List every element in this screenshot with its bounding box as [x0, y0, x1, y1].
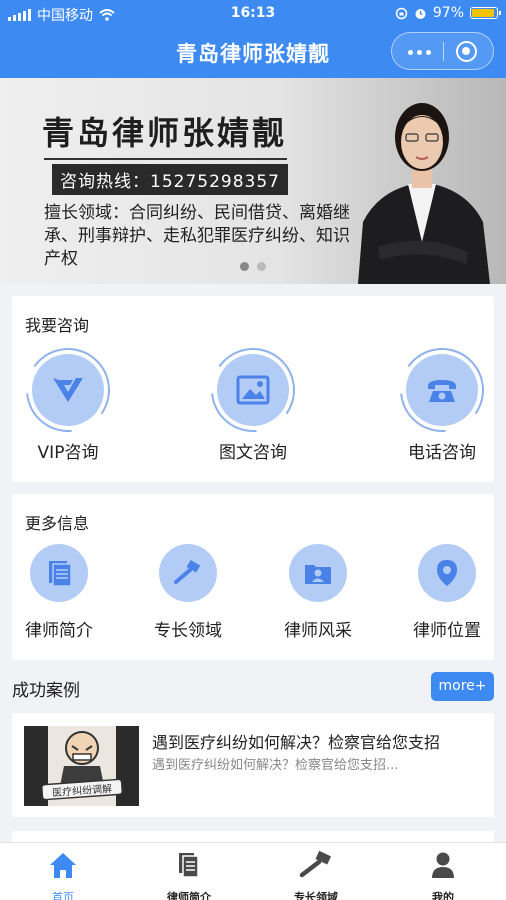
lawyer-style-label: 律师风采	[284, 621, 352, 641]
profile-folder-icon	[305, 565, 331, 584]
tab-lawyer-intro[interactable]: 律师简介	[139, 849, 239, 900]
battery-percent: 97%	[432, 5, 464, 21]
cases-more-button[interactable]: more+	[431, 672, 494, 701]
home-icon	[50, 853, 76, 878]
carousel-dots	[240, 262, 266, 271]
image-text-consult-button[interactable]: 图文咨询	[193, 330, 313, 463]
banner-hotline: 咨询热线：15275298357	[52, 164, 288, 195]
lawyer-style-button[interactable]: 律师风采	[268, 544, 368, 641]
lawyer-intro-button[interactable]: 律师简介	[9, 544, 109, 641]
tab-mine-label: 我的	[432, 891, 454, 900]
lawyer-location-label: 律师位置	[413, 621, 481, 641]
miniprogram-capsule	[391, 32, 494, 70]
expertise-label: 专长领域	[154, 621, 222, 641]
user-icon	[432, 852, 454, 878]
alarm-icon	[415, 8, 426, 19]
carousel-dot[interactable]	[257, 262, 266, 271]
status-bar: 中国移动 16:13 97%	[0, 0, 506, 28]
more-menu-icon[interactable]	[408, 50, 431, 55]
tab-bar: 首页 律师简介 专长领域 我的	[0, 842, 506, 900]
expertise-button[interactable]: 专长领域	[138, 544, 238, 641]
banner-carousel[interactable]: 青岛律师张婧靓 咨询热线：15275298357 擅长领域：合同纠纷、民间借贷、…	[0, 78, 506, 284]
vip-consult-label: VIP咨询	[37, 443, 99, 463]
tab-expertise[interactable]: 专长领域	[266, 849, 366, 900]
tab-home-label: 首页	[52, 891, 74, 900]
phone-consult-label: 电话咨询	[408, 443, 476, 463]
consult-card: 我要咨询 VIP咨询 图文咨询 电话咨询	[8, 296, 502, 482]
case-list-item[interactable]: 医疗纠纷调解 遇到医疗纠纷如何解决？检察官给您支招 遇到医疗纠纷如何解决？检察官…	[12, 713, 494, 817]
banner-skills: 擅长领域：合同纠纷、民间借贷、离婚继承、刑事辩护、走私犯罪医疗纠纷、知识产权	[44, 203, 350, 269]
more-info-card: 更多信息 律师简介 专长领域 律师风采 律师位置	[12, 494, 494, 660]
gavel-icon	[299, 850, 332, 878]
tab-lawyer-intro-label: 律师简介	[167, 891, 211, 900]
banner-title: 青岛律师张婧靓	[42, 114, 288, 152]
vip-consult-button[interactable]: VIP咨询	[8, 330, 128, 463]
lawyer-intro-label: 律师简介	[25, 621, 93, 641]
case-title: 遇到医疗纠纷如何解决？检察官给您支招	[152, 733, 441, 752]
vip-icon	[53, 378, 83, 402]
nav-bar: 青岛律师张婧靓	[0, 28, 506, 78]
document-icon	[49, 561, 72, 587]
lawyer-location-button[interactable]: 律师位置	[397, 544, 497, 641]
tab-home[interactable]: 首页	[13, 849, 113, 900]
case-thumbnail: 医疗纠纷调解	[24, 726, 139, 806]
more-info-title: 更多信息	[25, 514, 90, 533]
carousel-dot[interactable]	[240, 262, 249, 271]
consult-title: 我要咨询	[25, 316, 90, 335]
rotation-lock-icon	[395, 7, 408, 19]
lawyer-portrait	[358, 103, 490, 284]
close-miniprogram-icon[interactable]	[456, 41, 477, 62]
phone-consult-button[interactable]: 电话咨询	[382, 330, 502, 463]
gavel-icon	[174, 560, 201, 584]
phone-icon	[428, 380, 456, 402]
image-text-consult-label: 图文咨询	[219, 443, 287, 463]
location-icon	[437, 560, 457, 586]
battery-icon	[470, 7, 501, 19]
cases-section-title: 成功案例	[12, 681, 80, 701]
tab-expertise-label: 专长领域	[294, 891, 338, 900]
document-icon	[179, 853, 199, 878]
tab-mine[interactable]: 我的	[393, 849, 493, 900]
case-subtitle: 遇到医疗纠纷如何解决？检察官给您支招...	[152, 758, 399, 773]
image-icon	[236, 375, 270, 405]
